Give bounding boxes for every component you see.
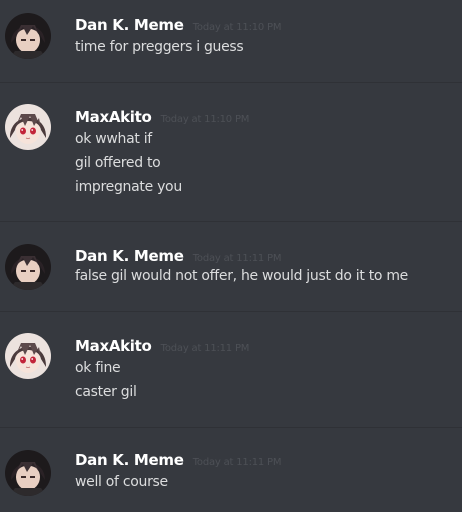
avatar-dan-k-meme[interactable] <box>5 450 51 496</box>
message-header: Dan K. Meme Today at 11:11 PM <box>75 246 282 266</box>
dark-haired-avatar-icon <box>5 244 51 290</box>
message-text: caster gil <box>75 384 137 400</box>
message-header: Dan K. Meme Today at 11:11 PM <box>75 450 282 470</box>
message-group: MaxAkito Today at 11:10 PM ok wwhat if g… <box>0 104 462 204</box>
message-group: MaxAkito Today at 11:11 PM ok fine caste… <box>0 333 462 413</box>
message-divider <box>0 82 462 83</box>
message-divider <box>0 221 462 222</box>
message-divider <box>0 427 462 428</box>
username[interactable]: Dan K. Meme <box>75 16 184 34</box>
message-text: well of course <box>75 474 168 490</box>
message-text: gil offered to <box>75 155 161 171</box>
avatar-maxakito[interactable] <box>5 104 51 150</box>
avatar-dan-k-meme[interactable] <box>5 13 51 59</box>
message-text: false gil would not offer, he would just… <box>75 268 408 284</box>
username[interactable]: Dan K. Meme <box>75 247 184 265</box>
timestamp: Today at 11:11 PM <box>160 343 250 354</box>
message-header: MaxAkito Today at 11:11 PM <box>75 336 249 356</box>
timestamp: Today at 11:10 PM <box>160 114 250 125</box>
message-group: Dan K. Meme Today at 11:11 PM well of co… <box>0 449 462 509</box>
username[interactable]: MaxAkito <box>75 337 152 355</box>
timestamp: Today at 11:11 PM <box>192 253 282 264</box>
dark-haired-avatar-icon <box>5 13 51 59</box>
message-text: ok fine <box>75 360 121 376</box>
pink-eyed-girl-avatar-icon <box>5 333 51 379</box>
message-divider <box>0 311 462 312</box>
message-group: Dan K. Meme Today at 11:10 PM time for p… <box>0 12 462 72</box>
username[interactable]: Dan K. Meme <box>75 451 184 469</box>
timestamp: Today at 11:10 PM <box>192 22 282 33</box>
avatar-maxakito[interactable] <box>5 333 51 379</box>
chat-message-list: Dan K. Meme Today at 11:10 PM time for p… <box>0 0 462 512</box>
username[interactable]: MaxAkito <box>75 108 152 126</box>
message-text: impregnate you <box>75 179 182 195</box>
message-text: time for preggers i guess <box>75 39 244 55</box>
message-group: Dan K. Meme Today at 11:11 PM false gil … <box>0 243 462 303</box>
message-header: MaxAkito Today at 11:10 PM <box>75 107 249 127</box>
message-text: ok wwhat if <box>75 131 152 147</box>
message-header: Dan K. Meme Today at 11:10 PM <box>75 15 282 35</box>
dark-haired-avatar-icon <box>5 450 51 496</box>
timestamp: Today at 11:11 PM <box>192 457 282 468</box>
avatar-dan-k-meme[interactable] <box>5 244 51 290</box>
pink-eyed-girl-avatar-icon <box>5 104 51 150</box>
